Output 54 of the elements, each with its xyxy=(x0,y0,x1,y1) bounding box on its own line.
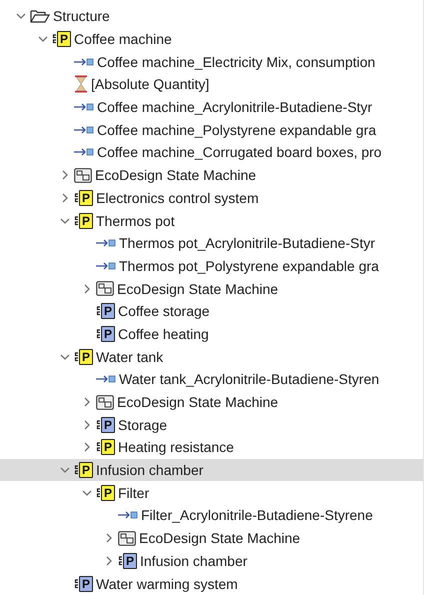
tree-item-label[interactable]: Thermos pot xyxy=(96,212,175,229)
chevron-down-icon[interactable] xyxy=(82,488,92,498)
chevron-down-icon[interactable] xyxy=(38,34,48,44)
chevron-right-icon[interactable] xyxy=(82,442,92,452)
tree-item-label[interactable]: Water tank_Acrylonitrile-Butadiene-Styren xyxy=(119,371,380,388)
chevron-right-icon[interactable] xyxy=(60,170,70,180)
tree-item-label[interactable]: Infusion chamber xyxy=(140,552,248,569)
tree-item-label[interactable]: Storage xyxy=(118,416,168,433)
state-machine-icon xyxy=(96,281,114,296)
flow-arrow-icon xyxy=(74,147,94,158)
tree-item-label[interactable]: Coffee storage xyxy=(118,303,210,320)
chevron-right-icon[interactable] xyxy=(82,284,92,294)
flow-arrow-icon xyxy=(74,56,94,67)
tree-item-label[interactable]: Electronics control system xyxy=(96,190,259,206)
tree-item-label[interactable]: Coffee machine_Polystyrene expandable gra xyxy=(97,122,376,138)
tree-item-label[interactable]: EcoDesign State Machine xyxy=(117,280,278,297)
flow-arrow-icon xyxy=(96,238,116,248)
tree-item-label[interactable]: EcoDesign State Machine xyxy=(95,167,256,184)
chevron-right-icon[interactable] xyxy=(104,533,114,544)
state-machine-icon xyxy=(74,168,92,183)
hourglass-icon xyxy=(74,75,88,94)
chevron-down-icon[interactable] xyxy=(16,11,26,22)
flow-arrow-icon xyxy=(96,260,116,271)
chevron-right-icon[interactable] xyxy=(82,420,92,430)
tree-item-label[interactable]: Infusion chamber xyxy=(96,462,204,478)
tree-item-label[interactable]: Filter_Acrylonitrile-Butadiene-Styrene xyxy=(141,507,373,524)
tree-item-label[interactable]: EcoDesign State Machine xyxy=(139,530,300,546)
state-machine-icon xyxy=(96,394,114,410)
flow-arrow-icon xyxy=(74,102,94,112)
folder-icon xyxy=(30,8,50,24)
chevron-down-icon[interactable] xyxy=(60,216,70,226)
tree-item-label[interactable]: Water tank xyxy=(96,348,164,365)
tree-item-label[interactable]: Thermos pot_Acrylonitrile-Butadiene-Styr xyxy=(119,235,375,252)
tree-item-label[interactable]: Coffee heating xyxy=(118,326,209,342)
flow-arrow-icon xyxy=(74,124,94,135)
tree-item-label[interactable]: Coffee machine_Corrugated board boxes, pro xyxy=(97,144,382,160)
tree-item-label[interactable]: Thermos pot_Polystyrene expandable gra xyxy=(119,258,379,274)
tree-item-label[interactable]: Coffee machine_Electricity Mix, consumption xyxy=(97,54,376,70)
chevron-right-icon[interactable] xyxy=(82,397,92,408)
tree-item-label[interactable]: [Absolute Quantity] xyxy=(91,76,210,92)
state-machine-icon xyxy=(118,530,136,546)
tree-item-label[interactable]: Water warming system xyxy=(96,576,238,592)
tree-item-label[interactable]: Structure xyxy=(53,8,110,24)
tree-item-label[interactable]: Filter xyxy=(118,484,150,501)
tree-item-label[interactable]: EcoDesign State Machine xyxy=(117,394,278,410)
flow-arrow-icon xyxy=(118,510,138,520)
tree-item-label[interactable]: Coffee machine_Acrylonitrile-Butadiene-Styr xyxy=(97,99,372,116)
tree-item-label[interactable]: Heating resistance xyxy=(118,439,234,456)
chevron-down-icon[interactable] xyxy=(60,465,70,476)
flow-arrow-icon xyxy=(96,374,116,384)
chevron-right-icon[interactable] xyxy=(60,192,70,203)
tree-item-label[interactable]: Coffee machine xyxy=(74,31,172,48)
chevron-right-icon[interactable] xyxy=(104,556,114,566)
chevron-down-icon[interactable] xyxy=(60,352,70,362)
